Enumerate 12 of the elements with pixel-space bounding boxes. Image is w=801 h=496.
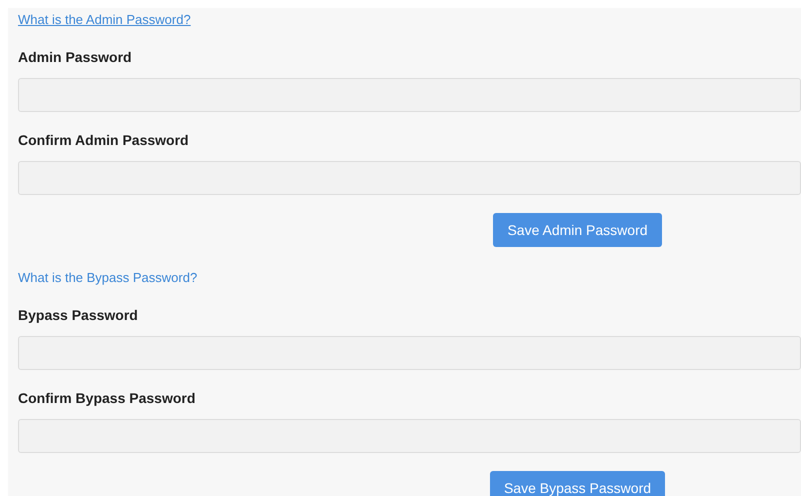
field-label: Confirm Bypass Password bbox=[18, 390, 196, 407]
help-link[interactable]: What is the Admin Password? bbox=[18, 12, 191, 28]
save-button[interactable]: Save Admin Password bbox=[493, 213, 662, 247]
field-label: Bypass Password bbox=[18, 307, 139, 324]
field-label: Admin Password bbox=[18, 49, 133, 66]
password-field[interactable] bbox=[18, 78, 801, 112]
password-field[interactable] bbox=[18, 336, 801, 370]
help-link[interactable]: What is the Bypass Password? bbox=[18, 270, 198, 286]
field-label: Confirm Admin Password bbox=[18, 132, 190, 149]
password-field[interactable] bbox=[18, 161, 801, 195]
password-field[interactable] bbox=[18, 419, 801, 453]
save-button[interactable]: Save Bypass Password bbox=[490, 471, 666, 496]
